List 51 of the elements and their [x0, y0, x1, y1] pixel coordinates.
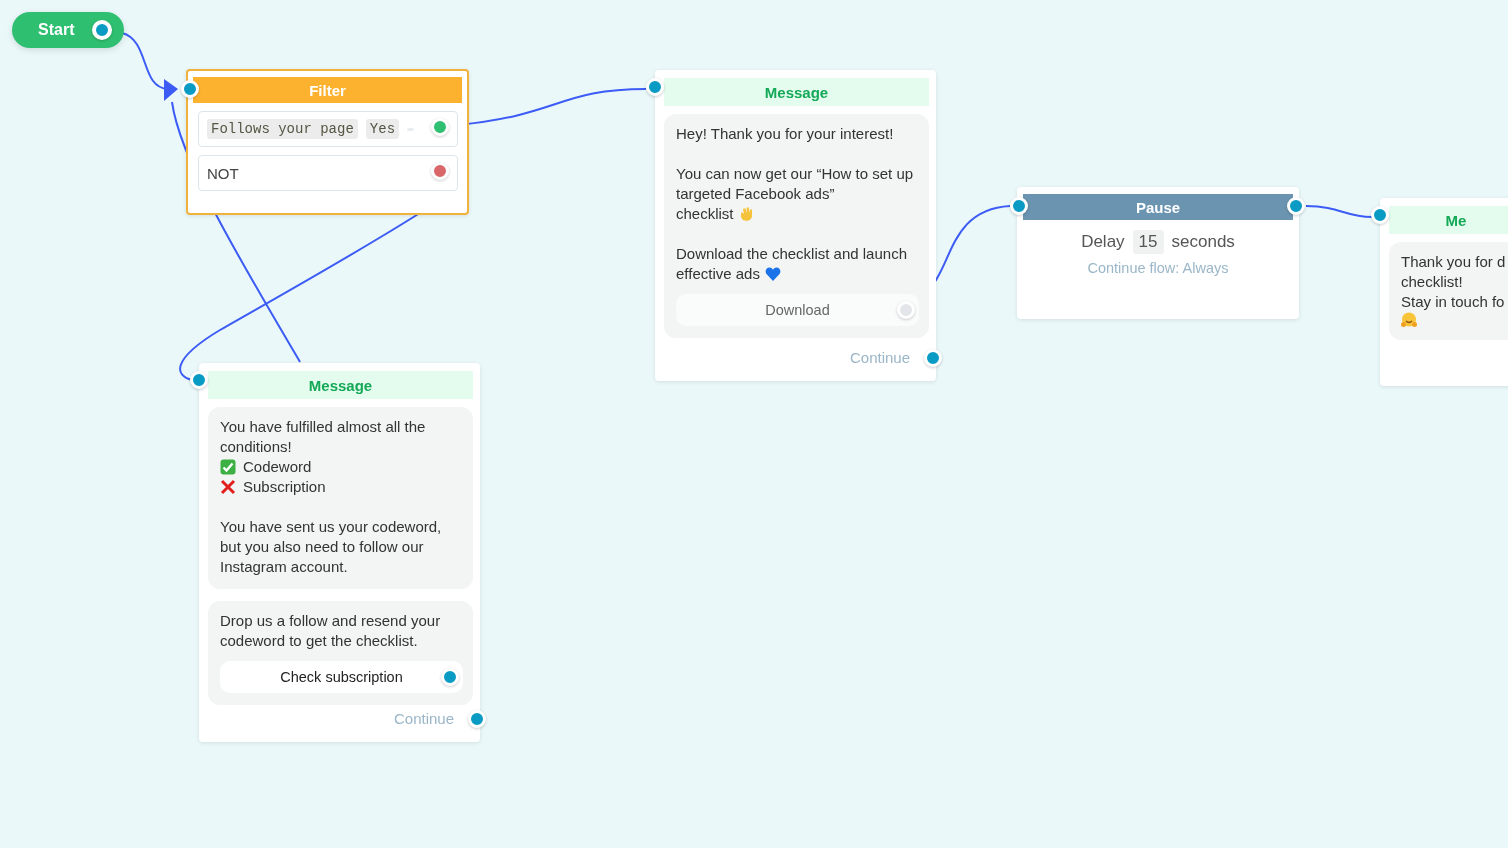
- message-text: You have fulfilled almost all the conditions!: [220, 417, 427, 457]
- message-text: You can now get our “How to set up targeted Facebook ads”: [676, 164, 915, 204]
- message-text: You have sent us your codeword, but you also need to follow our Instagram account.: [220, 517, 443, 577]
- message-header: Message: [664, 78, 929, 106]
- cross-icon: [220, 479, 236, 495]
- delay-label: Delay: [1081, 232, 1125, 252]
- heart-icon: [764, 266, 781, 282]
- output-port[interactable]: [92, 20, 112, 40]
- continue-label: Continue: [393, 710, 454, 727]
- message-text: Drop us a follow and resend your codeword to get the checklist.: [220, 611, 442, 651]
- message-header: Message: [208, 371, 473, 399]
- input-port[interactable]: [190, 371, 208, 389]
- output-port[interactable]: [431, 118, 449, 136]
- output-port[interactable]: [924, 349, 942, 367]
- condition-tag: Follows your page: [207, 119, 358, 139]
- delay-unit: seconds: [1171, 232, 1235, 252]
- delay-value: 15: [1132, 230, 1164, 254]
- connector-arrow: [121, 32, 178, 101]
- condition-row[interactable]: Follows your page Yes: [198, 111, 458, 147]
- start-label: Start: [38, 21, 75, 39]
- condition-tag: Yes: [365, 119, 400, 139]
- connector-line: [1305, 205, 1373, 218]
- input-port[interactable]: [1371, 206, 1389, 224]
- message-button[interactable]: Check subscription: [220, 661, 463, 693]
- message-text: Hey! Thank you for your interest!: [676, 124, 894, 144]
- message-text: Thank you for d: [1401, 252, 1506, 272]
- input-port[interactable]: [646, 78, 664, 96]
- message-text: effective ads: [676, 264, 760, 284]
- condition-row[interactable]: NOT: [198, 155, 458, 191]
- output-port[interactable]: [441, 668, 459, 686]
- message-text: checklist!: [1401, 272, 1463, 292]
- continue-label: Continue: [849, 349, 910, 366]
- pause-header: Pause: [1023, 194, 1293, 220]
- smiley-face-icon: [1401, 312, 1417, 328]
- message-text: Download the checklist and launch: [676, 244, 907, 264]
- output-port[interactable]: [431, 162, 449, 180]
- message-text: Subscription: [243, 477, 326, 497]
- continue-flow-note: Continue flow: Always: [1086, 260, 1230, 276]
- message-header: Me: [1389, 206, 1508, 234]
- input-port[interactable]: [1010, 197, 1028, 215]
- check-box-icon: [220, 459, 236, 475]
- condition-label: NOT: [207, 164, 239, 182]
- message-button[interactable]: Download: [676, 294, 919, 326]
- output-port[interactable]: [1287, 197, 1305, 215]
- message-text: checklist: [676, 204, 734, 224]
- waving-hand-icon: [738, 206, 755, 222]
- message-text: Codeword: [243, 457, 312, 477]
- input-port[interactable]: [181, 80, 199, 98]
- output-port[interactable]: [468, 710, 486, 728]
- message-text: Stay in touch fo: [1401, 292, 1505, 312]
- filter-header: Filter: [193, 77, 462, 103]
